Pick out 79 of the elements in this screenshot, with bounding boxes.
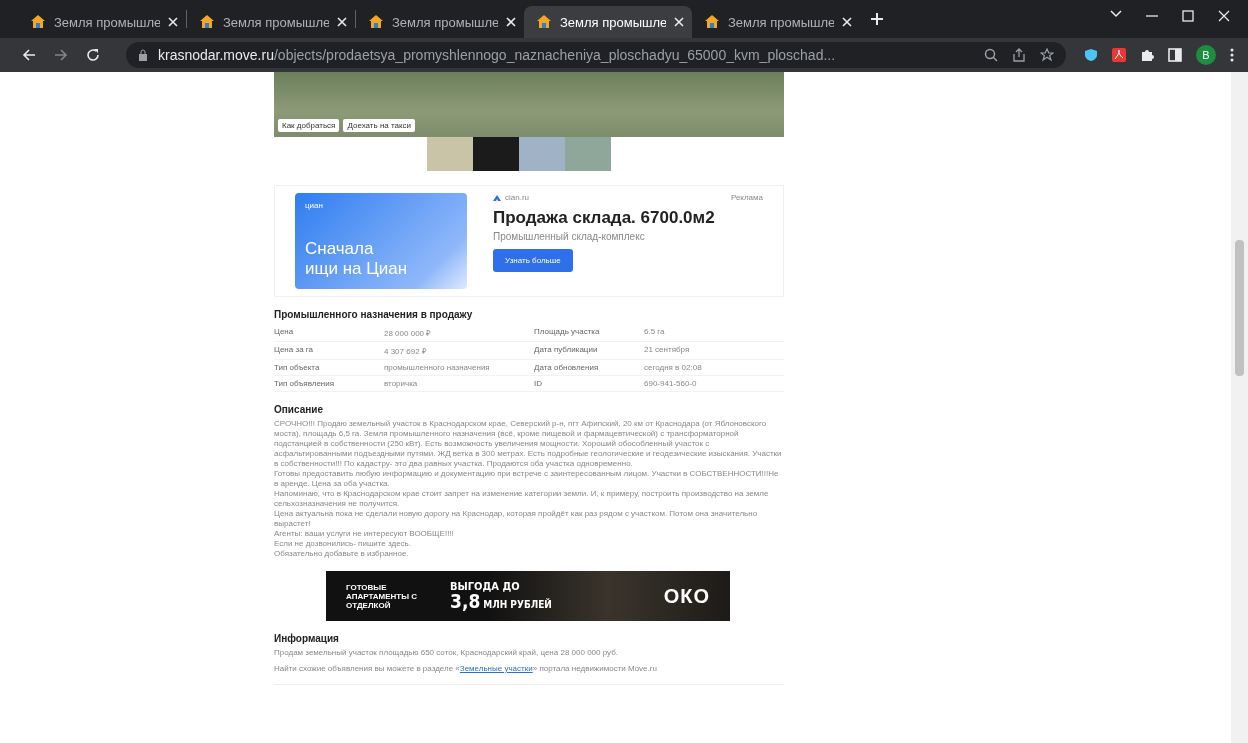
forward-icon[interactable] xyxy=(54,48,68,62)
section-heading: Информация xyxy=(274,633,340,644)
spec-label: Дата обновления xyxy=(534,360,644,376)
browser-tab[interactable]: Земля промышле xyxy=(356,6,524,38)
description-paragraph: Если не дозвонились- пишите здесь. xyxy=(274,539,412,549)
spec-label: Тип объявления xyxy=(274,376,384,392)
maximize-icon[interactable] xyxy=(1182,10,1194,22)
shield-icon[interactable] xyxy=(1084,48,1098,62)
close-icon[interactable] xyxy=(506,17,516,27)
map-button[interactable]: Доехать на такси xyxy=(343,119,416,132)
info-text: Найти схожие объявления вы можете в разделе «Земельные участки» портала недвижимости Move.ru xyxy=(274,664,658,673)
description-paragraph: Готовы предоставить любую информацию и документацию при встрече с заинтересованным лицом. Участки в СОБСТВЕННОСТИ!!!Не в аренде. Цена за оба участка. xyxy=(274,469,780,489)
learn-more-button[interactable]: Узнать больше xyxy=(493,249,573,272)
spec-label: Тип объекта xyxy=(274,360,384,376)
close-icon[interactable] xyxy=(842,17,852,27)
logo-icon xyxy=(493,194,501,201)
star-icon[interactable] xyxy=(1040,48,1054,62)
spec-value: 21 сентября xyxy=(644,342,784,360)
spec-label: Площадь участка xyxy=(534,324,644,342)
description-paragraph: Цена актуальна пока не сделали новую дорогу на Краснодар, которая пройдёт как раз рядом с участком. Потом она значительно вырастет! xyxy=(274,509,759,529)
spec-label: Цена за га xyxy=(274,342,384,360)
spec-value: 6.5 га xyxy=(644,324,784,342)
category-link[interactable]: Земельные участки xyxy=(459,664,533,673)
browser-tab[interactable]: Земля промышле xyxy=(692,6,860,38)
spec-value: вторичка xyxy=(384,376,534,392)
lock-icon xyxy=(138,49,148,61)
ad-subtitle: Промышленный склад-комплекс xyxy=(493,231,646,242)
house-icon xyxy=(30,14,46,30)
spec-value: 4 307 692 ₽ xyxy=(384,342,534,360)
house-icon xyxy=(199,14,215,30)
spec-label: ID xyxy=(534,376,644,392)
photo-thumbnail[interactable] xyxy=(565,137,611,171)
ad-banner[interactable]: ГОТОВЫЕ АПАРТАМЕНТЫ С ОТДЕЛКОЙ ВЫГОДА ДО 3,8 МЛН РУБЛЕЙ ОКО xyxy=(326,571,730,621)
ad-source: cian.ru xyxy=(505,193,529,202)
spec-label: Цена xyxy=(274,324,384,342)
section-heading: Описание xyxy=(274,404,324,415)
close-icon[interactable] xyxy=(674,17,684,27)
menu-icon[interactable] xyxy=(1230,48,1234,62)
photo-thumbnail[interactable] xyxy=(473,137,519,171)
spec-value: промышленного назначения xyxy=(384,360,534,376)
address-bar[interactable]: krasnodar.move.ru/objects/prodaetsya_promyshlennogo_naznacheniya_ploschadyu_65000_kvm_ploschad... xyxy=(126,42,1066,68)
zoom-icon[interactable] xyxy=(984,48,998,62)
house-icon xyxy=(536,14,552,30)
scrollbar[interactable] xyxy=(1231,72,1248,743)
new-tab-icon[interactable] xyxy=(870,12,884,26)
browser-tab[interactable]: Земля промышле xyxy=(187,6,355,38)
chevron-down-icon[interactable] xyxy=(1110,10,1122,18)
photo-thumbnail[interactable] xyxy=(427,137,473,171)
scrollbar-thumb[interactable] xyxy=(1235,240,1244,376)
sidebar-icon[interactable] xyxy=(1168,48,1182,62)
ad-title: Продажа склада. 6700.0м2 xyxy=(493,208,716,228)
house-icon xyxy=(704,14,720,30)
browser-tab[interactable]: Земля промышле xyxy=(524,6,692,38)
info-text: Продам земельный участок площадью 650 соток, Краснодарский край, цена 28 000 000 руб. xyxy=(274,648,619,657)
map-button[interactable]: Как добраться xyxy=(278,119,340,132)
profile-avatar[interactable]: B xyxy=(1196,45,1216,65)
pdf-icon[interactable] xyxy=(1112,48,1126,62)
close-icon[interactable] xyxy=(168,17,178,27)
browser-tab[interactable]: Земля промышле xyxy=(18,6,186,38)
description-paragraph: Агенты: ваши услуги не интересуют ВООБЩЕ!!!! xyxy=(274,529,455,539)
house-icon xyxy=(368,14,384,30)
section-heading: Промышленного назначения в продажу xyxy=(274,309,474,320)
share-icon[interactable] xyxy=(1012,48,1026,62)
spec-label: Дата публикации xyxy=(534,342,644,360)
description-paragraph: Напоминаю, что в Краснодарском крае стоит запрет на изменение категории земли. И, к примеру, построить производство на земле сельхозназначения не получится. xyxy=(274,489,770,509)
ad-label: Реклама xyxy=(730,193,763,202)
spec-value: сегодня в 02:08 xyxy=(644,360,784,376)
spec-value: 28 000 000 ₽ xyxy=(384,324,534,342)
spec-value: 690-941-560-0 xyxy=(644,376,784,392)
photo-thumbnail[interactable] xyxy=(519,137,565,171)
description-paragraph: Обязательно добавьте в избранное. xyxy=(274,549,410,559)
reload-icon[interactable] xyxy=(86,48,100,62)
close-icon[interactable] xyxy=(337,17,347,27)
back-icon[interactable] xyxy=(22,48,36,62)
puzzle-icon[interactable] xyxy=(1140,48,1154,62)
description-paragraph: СРОЧНО!!! Продаю земельный участок в Краснодарском крае, Северский р-н, пгт Афипский, 20 км от Краснодара (от Яблоновского моста), площадь 6,5 га. Земля промышленного назначения (всё, кроме пищевой и фармацевтической) с трансформаторной подстанцией в собственности (250 кВт). Есть возможность увеличения мощности. Хороший обособленный участок с асфальтированными подъездными путями. ЖД ветка в 300 метрах. Есть подробные геологические и геодезические изыскания. Участки в собственности!!! По кадастру- это два равных участка. Продаются оба участка одновременно. xyxy=(274,419,783,469)
close-icon[interactable] xyxy=(1218,10,1230,22)
ad-banner[interactable]: циан Сначала ищи на Циан xyxy=(295,193,467,289)
satellite-map[interactable]: Как добраться Доехать на такси xyxy=(274,72,784,137)
